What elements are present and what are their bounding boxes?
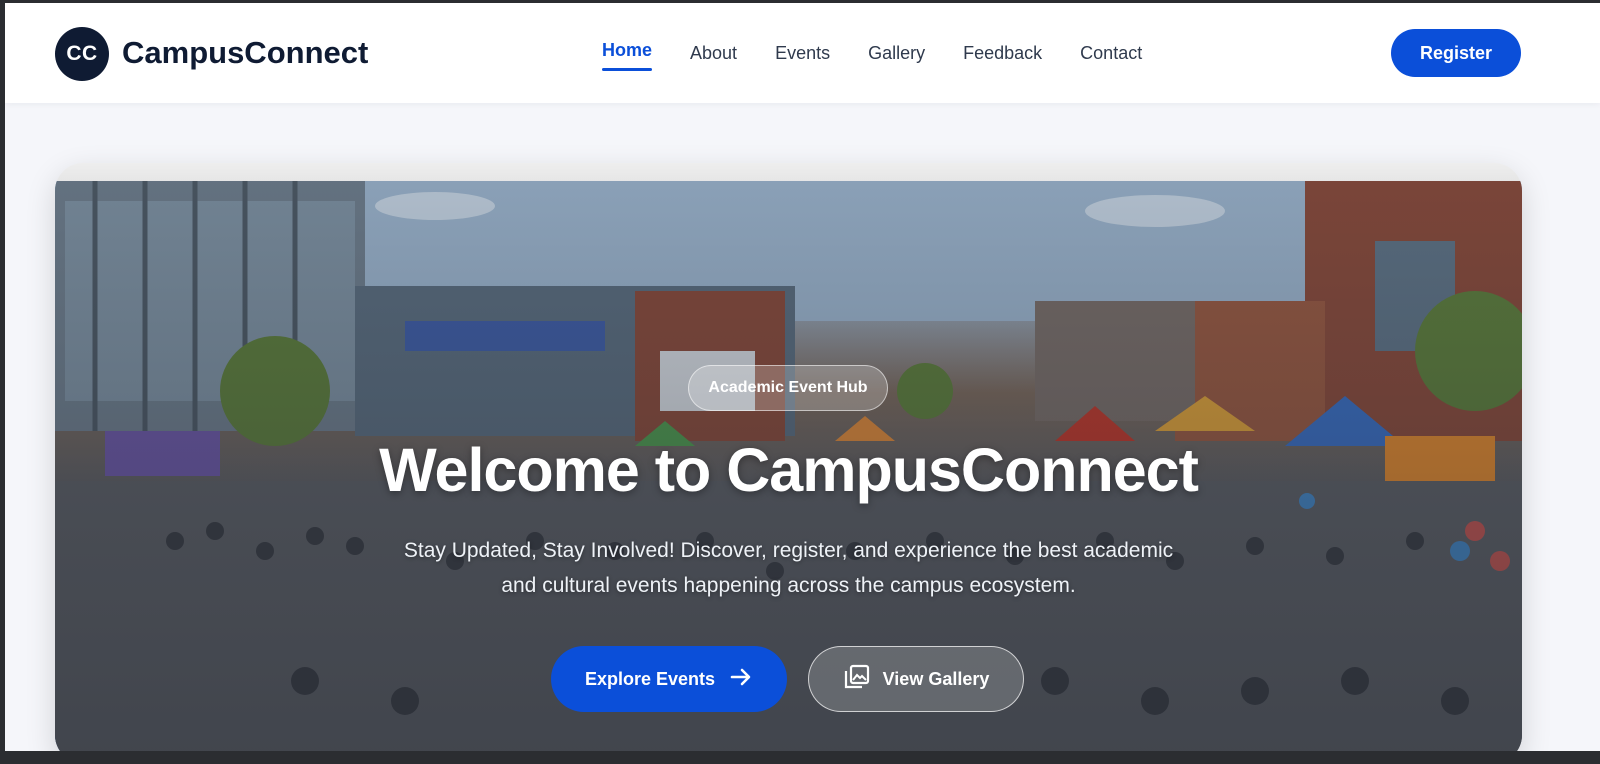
nav-gallery[interactable]: Gallery (868, 3, 925, 103)
register-button[interactable]: Register (1391, 29, 1521, 77)
nav-feedback[interactable]: Feedback (963, 3, 1042, 103)
arrow-right-icon (729, 665, 753, 694)
main-nav: Home About Events Gallery Feedback Conta… (602, 3, 1180, 103)
nav-contact[interactable]: Contact (1080, 3, 1142, 103)
taskbar-strip (0, 751, 1600, 764)
nav-about[interactable]: About (690, 3, 737, 103)
hero-title: Welcome to CampusConnect (379, 436, 1199, 504)
site-header: CC CampusConnect Home About Events Galle… (5, 3, 1600, 103)
hero-subtitle: Stay Updated, Stay Involved! Discover, r… (403, 539, 1174, 597)
browser-viewport: CC CampusConnect Home About Events Galle… (5, 3, 1600, 751)
explore-events-label: Explore Events (584, 668, 716, 689)
view-gallery-button[interactable]: View Gallery (808, 646, 1024, 712)
nav-events[interactable]: Events (775, 3, 830, 103)
hero-banner: Academic Event Hub Welcome to CampusConn… (55, 163, 1522, 751)
brand-name[interactable]: CampusConnect (122, 34, 368, 72)
gallery-icon (843, 663, 871, 696)
hero-badge: Academic Event Hub (688, 365, 888, 411)
nav-home[interactable]: Home (602, 3, 653, 103)
explore-events-button[interactable]: Explore Events (551, 646, 787, 712)
view-gallery-label: View Gallery (882, 668, 990, 689)
logo-badge[interactable]: CC (55, 27, 109, 81)
